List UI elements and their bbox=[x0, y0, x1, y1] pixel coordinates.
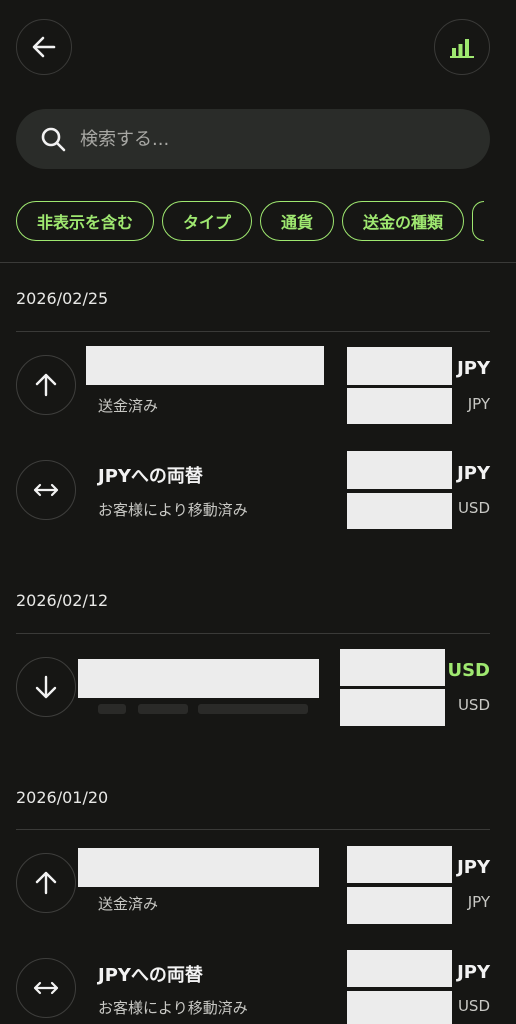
transaction-amount-sub: USD bbox=[457, 696, 490, 714]
filter-include-hidden[interactable]: 非表示を含む bbox=[16, 201, 155, 241]
redacted-amount bbox=[340, 649, 445, 686]
filter-more[interactable] bbox=[472, 201, 485, 241]
redacted-amount-sub bbox=[340, 689, 445, 726]
redacted-amount bbox=[347, 451, 452, 489]
redacted-amount bbox=[347, 950, 452, 987]
search-input[interactable] bbox=[78, 127, 462, 151]
redacted-recipient bbox=[86, 346, 324, 385]
filter-type[interactable]: タイプ bbox=[162, 201, 253, 241]
divider bbox=[16, 331, 490, 332]
transaction-amount-sub: JPY bbox=[467, 395, 490, 413]
redacted-recipient bbox=[78, 659, 319, 698]
arrow-up-icon bbox=[16, 355, 76, 415]
arrow-down-icon bbox=[16, 657, 76, 717]
blurred-text bbox=[198, 704, 308, 714]
arrow-up-icon bbox=[16, 853, 76, 913]
filter-chips: 非表示を含む タイプ 通貨 送金の種類 bbox=[16, 201, 485, 241]
divider bbox=[16, 829, 490, 830]
transaction-status: お客様により移動済み bbox=[98, 999, 248, 1017]
transaction-amount: JPY bbox=[457, 962, 490, 983]
bar-chart-icon bbox=[450, 39, 474, 58]
search-icon bbox=[41, 127, 66, 152]
transaction-title: JPYへの両替 bbox=[98, 466, 203, 487]
blurred-text bbox=[98, 704, 126, 714]
redacted-amount-sub bbox=[347, 991, 452, 1024]
date-header: 2026/01/20 bbox=[16, 788, 109, 807]
transaction-amount-sub: JPY bbox=[467, 893, 490, 911]
transaction-amount-sub: USD bbox=[457, 997, 490, 1015]
date-header: 2026/02/25 bbox=[16, 289, 109, 308]
redacted-amount-sub bbox=[347, 493, 452, 529]
transaction-amount: JPY bbox=[457, 857, 490, 878]
date-header: 2026/02/12 bbox=[16, 591, 109, 610]
transaction-status: お客様により移動済み bbox=[98, 501, 248, 519]
redacted-amount bbox=[347, 347, 452, 385]
transaction-amount-sub: USD bbox=[457, 499, 490, 517]
search-bar[interactable] bbox=[16, 109, 490, 169]
transaction-status: 送金済み bbox=[98, 895, 159, 913]
filter-transfer-kind[interactable]: 送金の種類 bbox=[342, 201, 465, 241]
divider bbox=[0, 262, 516, 263]
transaction-amount: JPY bbox=[457, 463, 490, 484]
divider bbox=[16, 633, 490, 634]
back-button[interactable] bbox=[16, 19, 72, 75]
exchange-arrows-icon bbox=[16, 460, 76, 520]
arrow-left-icon bbox=[32, 36, 56, 58]
redacted-amount bbox=[347, 846, 452, 883]
filter-currency[interactable]: 通貨 bbox=[260, 201, 335, 241]
redacted-amount-sub bbox=[347, 887, 452, 924]
redacted-recipient bbox=[78, 848, 319, 887]
blurred-text bbox=[138, 704, 188, 714]
insights-button[interactable] bbox=[434, 19, 490, 75]
redacted-amount-sub bbox=[347, 388, 452, 424]
transaction-amount: JPY bbox=[457, 358, 490, 379]
transaction-title: JPYへの両替 bbox=[98, 965, 203, 986]
transaction-status: 送金済み bbox=[98, 397, 159, 415]
exchange-arrows-icon bbox=[16, 958, 76, 1018]
transaction-amount: USD bbox=[447, 660, 490, 681]
